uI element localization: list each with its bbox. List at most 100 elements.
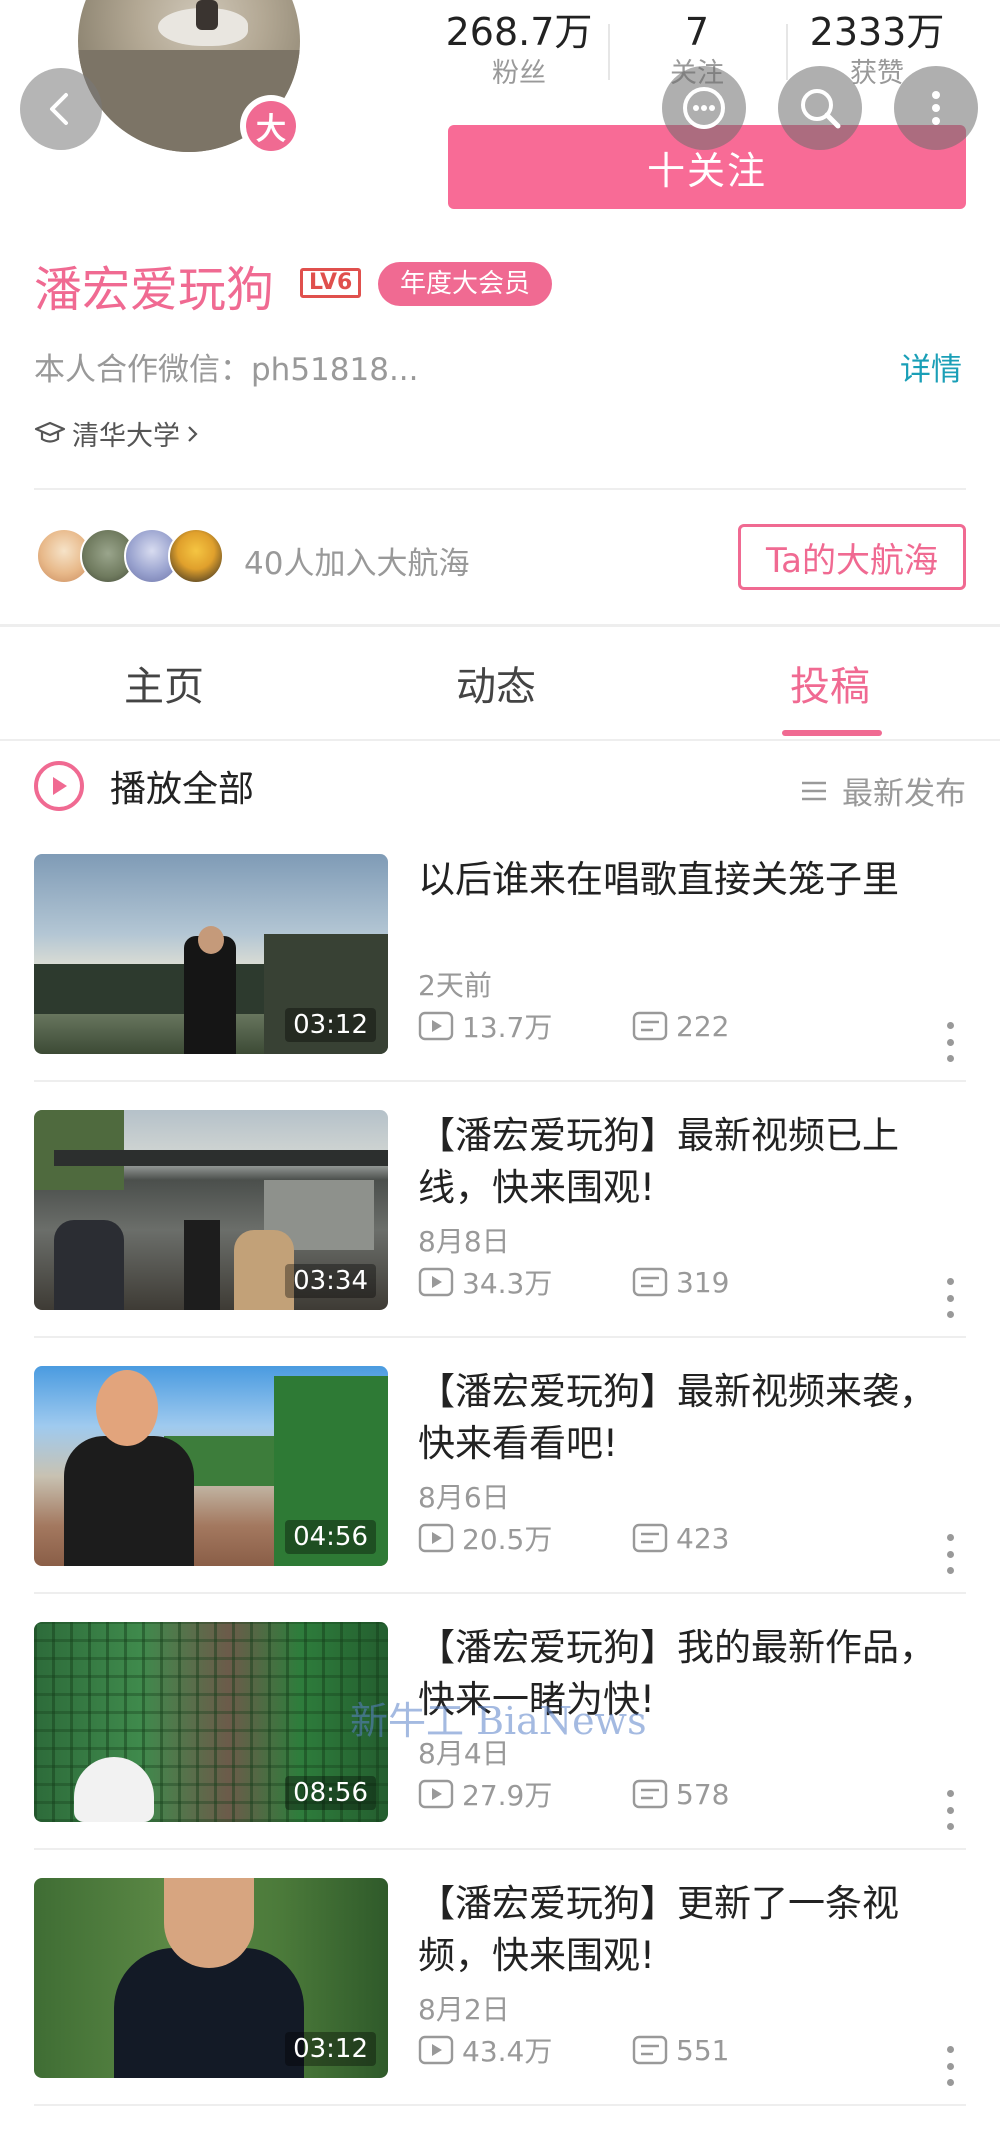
back-icon <box>50 93 68 125</box>
video-date: 2天前 <box>418 969 492 1002</box>
detail-link[interactable]: 详情 <box>900 344 962 389</box>
video-thumbnail[interactable]: 04:56 <box>34 1366 388 1566</box>
video-stats: 34.3万 319 <box>418 1262 729 1302</box>
danmaku-count-icon <box>632 1011 668 1041</box>
fan-avatar-group[interactable] <box>36 528 226 588</box>
video-item[interactable]: 08:56 【潘宏爱玩狗】我的最新作品，快来一睹为快! 8月4日 27.9万 5… <box>0 1622 1000 1878</box>
view-count: 43.4万 <box>462 2035 553 2068</box>
chevron-right-icon <box>188 425 198 442</box>
video-stats: 27.9万 578 <box>418 1774 729 1814</box>
section-divider <box>0 624 1000 627</box>
comment-count: 578 <box>676 1777 730 1811</box>
sort-label: 最新发布 <box>842 776 966 812</box>
video-title[interactable]: 以后谁来在唱歌直接关笼子里 <box>418 854 958 906</box>
video-date: 8月8日 <box>418 1225 510 1258</box>
more-icon[interactable] <box>944 1790 956 1830</box>
video-thumbnail[interactable]: 03:12 <box>34 1878 388 2078</box>
view-count: 20.5万 <box>462 1523 553 1556</box>
more-icon[interactable] <box>944 2046 956 2086</box>
tab-activity[interactable]: 动态 <box>456 654 536 712</box>
graduation-cap-icon <box>34 421 66 443</box>
divider <box>34 1080 966 1082</box>
sort-button[interactable]: 最新发布 <box>800 768 966 813</box>
chat-icon <box>683 87 725 129</box>
video-item[interactable]: 03:12 以后谁来在唱歌直接关笼子里 2天前 13.7万 222 <box>0 854 1000 1110</box>
school-tag[interactable]: 清华大学 <box>34 414 200 453</box>
play-count-icon <box>418 1011 454 1041</box>
more-icon[interactable] <box>944 1022 956 1062</box>
video-stats: 13.7万 222 <box>418 1006 729 1046</box>
video-title[interactable]: 【潘宏爱玩狗】最新视频已上线，快来围观! <box>418 1110 958 1214</box>
comment-count: 319 <box>676 1265 730 1299</box>
stat-divider <box>786 24 788 80</box>
danmaku-count-icon <box>632 1523 668 1553</box>
message-button[interactable] <box>662 66 746 150</box>
video-stats: 20.5万 423 <box>418 1518 729 1558</box>
divider <box>34 1592 966 1594</box>
view-count: 34.3万 <box>462 1267 553 1300</box>
stat-divider <box>608 24 610 80</box>
profile-page: 大 268.7万 粉丝 7 关注 2333万 获赞 十关注 潘宏爱玩狗 LV6 … <box>0 0 1000 2136</box>
video-item[interactable]: 03:12 【潘宏爱玩狗】更新了一条视频，快来围观! 8月2日 43.4万 55… <box>0 1878 1000 2134</box>
vip-badge[interactable]: 年度大会员 <box>378 262 553 306</box>
level-badge: LV6 <box>300 268 362 298</box>
fans-join-text: 40人加入大航海 <box>244 546 470 582</box>
following-count: 7 <box>684 10 710 54</box>
video-item[interactable]: 03:34 【潘宏爱玩狗】最新视频已上线，快来围观! 8月8日 34.3万 31… <box>0 1110 1000 1366</box>
sort-icon <box>802 781 826 800</box>
video-item[interactable]: 04:56 【潘宏爱玩狗】最新视频来袭，快来看看吧! 8月6日 20.5万 42… <box>0 1366 1000 1622</box>
more-icon[interactable] <box>944 1534 956 1574</box>
video-duration: 03:12 <box>285 2032 376 2066</box>
tab-home[interactable]: 主页 <box>124 654 204 712</box>
video-duration: 03:12 <box>285 1008 376 1042</box>
play-count-icon <box>418 1523 454 1553</box>
more-icon[interactable] <box>944 1278 956 1318</box>
school-name: 清华大学 <box>72 421 180 452</box>
divider <box>34 1336 966 1338</box>
more-icon <box>932 91 940 125</box>
play-all-button[interactable]: 播放全部 <box>34 760 254 812</box>
big-member-badge: 大 <box>240 95 302 157</box>
more-options-button[interactable] <box>894 66 978 150</box>
comment-count: 222 <box>676 1009 730 1043</box>
video-duration: 04:56 <box>285 1520 376 1554</box>
comment-count: 551 <box>676 2033 730 2067</box>
divider <box>0 739 1000 741</box>
video-duration: 08:56 <box>285 1776 376 1810</box>
danmaku-count-icon <box>632 2035 668 2065</box>
video-thumbnail[interactable]: 03:34 <box>34 1110 388 1310</box>
comment-count: 423 <box>676 1521 730 1555</box>
play-circle-icon <box>34 761 84 811</box>
search-button[interactable] <box>778 66 862 150</box>
back-button[interactable] <box>20 68 102 150</box>
danmaku-count-icon <box>632 1267 668 1297</box>
video-title[interactable]: 【潘宏爱玩狗】最新视频来袭，快来看看吧! <box>418 1366 958 1470</box>
divider <box>34 1848 966 1850</box>
view-count: 27.9万 <box>462 1779 553 1812</box>
play-count-icon <box>418 1267 454 1297</box>
divider <box>34 2104 966 2106</box>
ta-voyage-button[interactable]: Ta的大航海 <box>738 524 966 590</box>
tab-uploads[interactable]: 投稿 <box>790 654 870 712</box>
user-bio: 本人合作微信：ph51818... <box>34 352 419 388</box>
fans-count: 268.7万 <box>445 10 593 54</box>
user-name: 潘宏爱玩狗 <box>34 262 275 318</box>
video-title[interactable]: 【潘宏爱玩狗】更新了一条视频，快来围观! <box>418 1878 958 1982</box>
fans-stat[interactable]: 268.7万 粉丝 <box>434 8 604 92</box>
active-tab-indicator <box>782 730 882 736</box>
play-all-label: 播放全部 <box>110 769 255 810</box>
play-count-icon <box>418 2035 454 2065</box>
likes-count: 2333万 <box>809 10 945 54</box>
divider <box>34 488 966 490</box>
video-duration: 03:34 <box>285 1264 376 1298</box>
video-date: 8月2日 <box>418 1993 510 2026</box>
fan-avatar <box>168 528 224 584</box>
search-icon <box>801 89 841 129</box>
video-thumbnail[interactable]: 03:12 <box>34 854 388 1054</box>
video-date: 8月6日 <box>418 1481 510 1514</box>
video-thumbnail[interactable]: 08:56 <box>34 1622 388 1822</box>
video-stats: 43.4万 551 <box>418 2030 729 2070</box>
danmaku-count-icon <box>632 1779 668 1809</box>
view-count: 13.7万 <box>462 1011 553 1044</box>
play-count-icon <box>418 1779 454 1809</box>
